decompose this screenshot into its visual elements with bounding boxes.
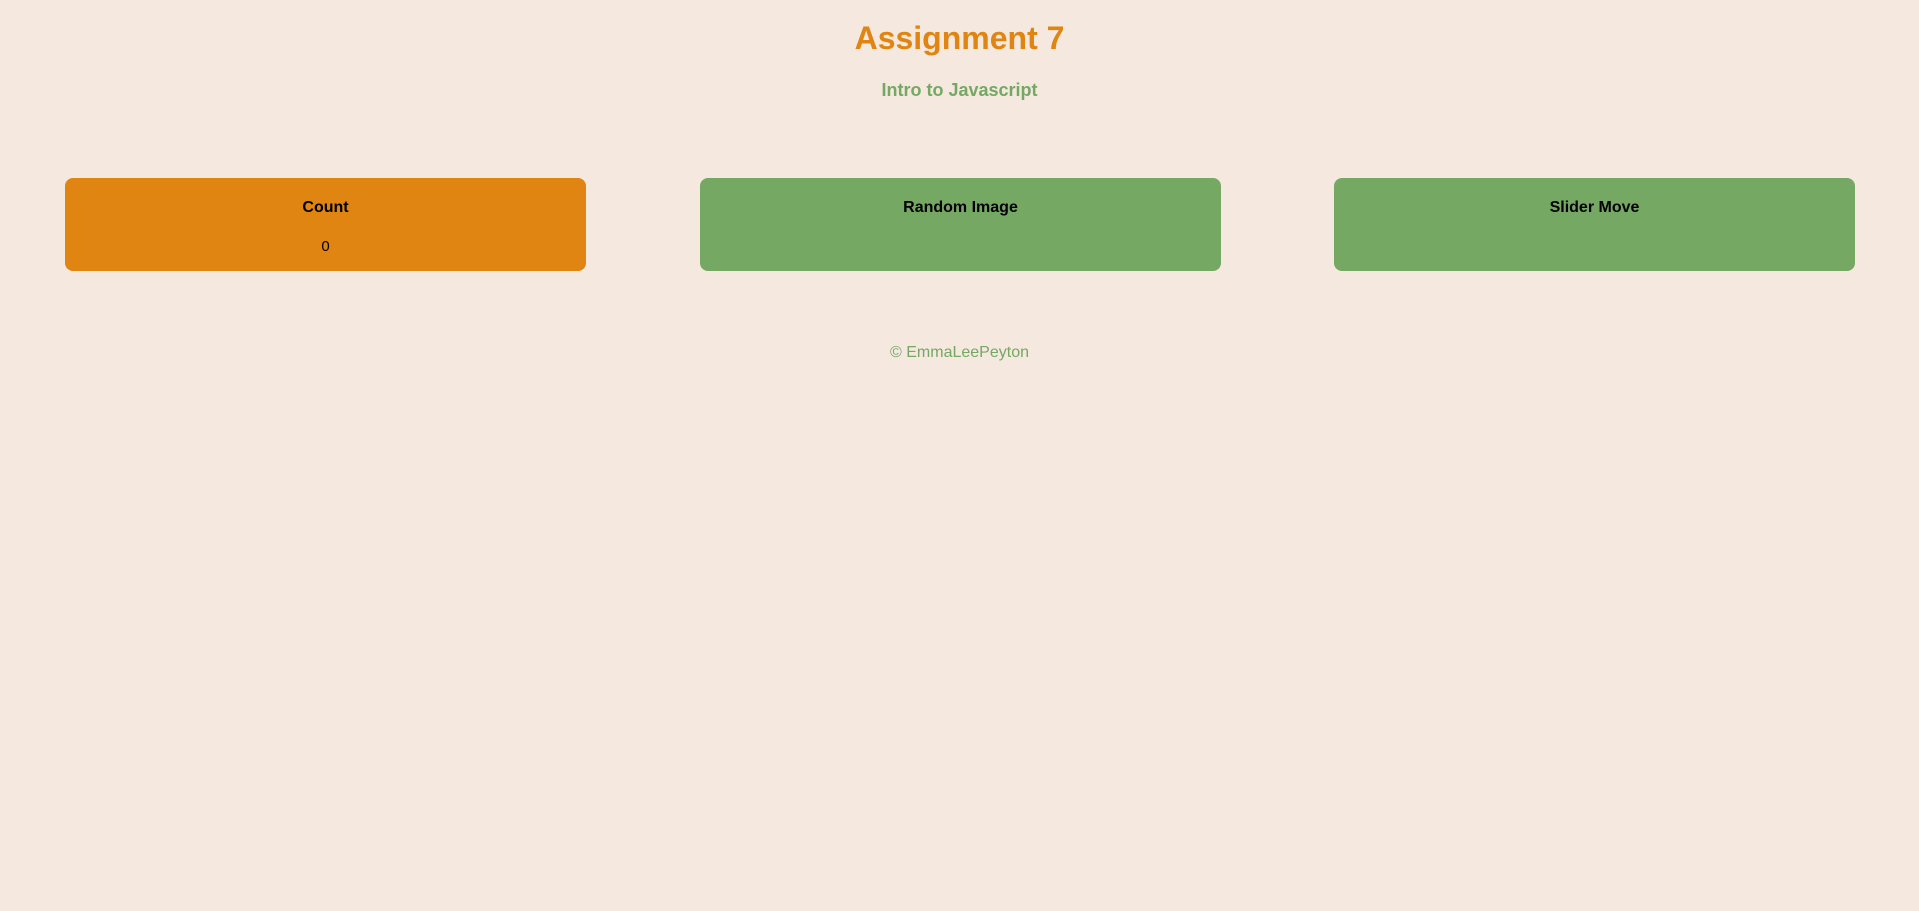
page-title: Assignment 7 bbox=[854, 20, 1065, 56]
page-subtitle: Intro to Javascript bbox=[881, 80, 1038, 100]
slider-move-card-title: Slider Move bbox=[1549, 199, 1640, 216]
footer-copyright: © EmmaLeePeyton bbox=[890, 344, 1029, 361]
count-card[interactable]: Count 0 bbox=[65, 178, 586, 271]
random-image-card-title: Random Image bbox=[903, 199, 1018, 216]
slider-move-card[interactable]: Slider Move bbox=[1334, 178, 1855, 271]
count-card-title: Count bbox=[302, 199, 349, 216]
random-image-card[interactable]: Random Image bbox=[700, 178, 1221, 271]
count-value: 0 bbox=[321, 238, 330, 255]
